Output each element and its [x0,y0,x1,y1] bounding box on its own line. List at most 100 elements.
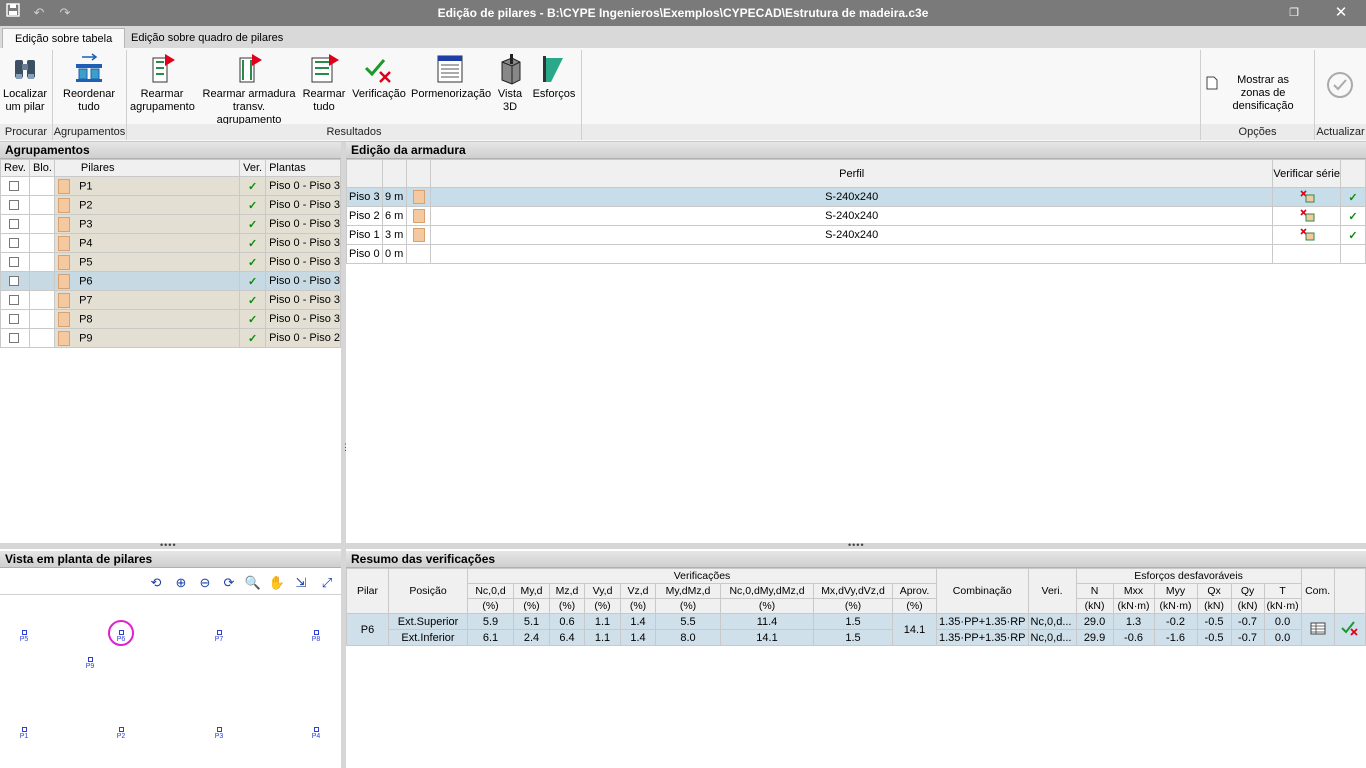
pillar-marker[interactable]: P6 [113,630,129,643]
rearmar-armadura-transv-button[interactable]: Rearmar armadura transv. agrupamento [200,52,298,127]
verificacao-value: 6.4 [549,629,585,646]
col-pilar: Pilar [346,568,389,614]
table-row[interactable]: P8 ✓ Piso 0 - Piso 3 [0,309,341,329]
pillar-marker[interactable]: P5 [16,630,32,643]
reordenar-tudo-button[interactable]: Reordenar tudo [58,52,120,114]
perfil-cell[interactable] [429,244,1274,264]
zoom-icon[interactable]: 🔍 [244,574,262,592]
status-cell: ✓ [1340,225,1366,245]
col-unit: (%) [513,598,550,614]
refresh-view-icon[interactable]: ⟳ [220,574,238,592]
close-icon[interactable]: ✕ [1330,3,1352,23]
pillar-marker[interactable]: P8 [308,630,324,643]
table-row[interactable]: P5 ✓ Piso 0 - Piso 3 [0,252,341,272]
pormenorizacao-button[interactable]: Pormenorização [411,52,491,101]
esforcos-button[interactable]: Esforços [532,52,576,101]
col-combinacao: Combinação [936,568,1029,614]
col-unit: (%) [720,598,814,614]
col-esforco: Qx [1196,583,1232,599]
pillar-marker[interactable]: P4 [308,727,324,740]
verificacao-value: 5.1 [513,613,550,630]
table-row[interactable]: Piso 00 m [346,244,1366,264]
restore-icon[interactable]: ❐ [1283,3,1305,23]
vista-3d-button[interactable]: Vista 3D [494,52,526,114]
verification-icon[interactable] [1341,621,1359,639]
zoom-extents-icon[interactable]: ⇲ [292,574,310,592]
pillar-swatch-icon [412,209,425,223]
verificacao-value: 1.1 [584,613,621,630]
table-row[interactable]: P4 ✓ Piso 0 - Piso 3 [0,233,341,253]
agrupamentos-panel: Rev. Blo. Pilares Ver. Plantas P1 ✓ Piso 0… [0,159,341,543]
table-row[interactable]: P6 ✓ Piso 0 - Piso 3 [0,271,341,291]
tab-edicao-quadro[interactable]: Edição sobre quadro de pilares [119,28,295,48]
pillar-marker[interactable]: P7 [211,630,227,643]
verificacao-value: 5.5 [655,613,721,630]
esforco-value: 1.3 [1112,613,1155,630]
actualizar-button[interactable] [1318,68,1362,104]
pillar-marker[interactable]: P9 [82,657,98,670]
verificar-serie-cell[interactable] [1272,187,1341,207]
verify-series-icon[interactable] [1299,227,1315,244]
reorder-icon [72,52,106,86]
table-row[interactable]: Ext.Inferior 6.1 2.4 6.4 1.1 1.4 8.0 14.1 1.5 1.3… [347,629,1366,646]
col-veri: Veri. [1027,568,1077,614]
rearmar-tudo-label: Rearmar tudo [302,88,346,113]
rotate-icon[interactable]: ⟲ [147,574,165,592]
verify-series-icon[interactable] [1299,189,1315,206]
table-row[interactable]: P3 ✓ Piso 0 - Piso 3 [0,214,341,234]
rearmar-agrupamento-button[interactable]: Rearmar agrupamento [130,52,195,114]
rearmar-tudo-button[interactable]: Rearmar tudo [302,52,346,114]
col-rev: Rev. [0,159,30,177]
verificar-serie-cell[interactable] [1272,225,1341,245]
blo-cell [28,271,55,291]
localizar-pilar-button[interactable]: Localizar um pilar [2,52,48,114]
com-cell[interactable] [1300,613,1335,646]
tab-edicao-tabela[interactable]: Edição sobre tabela [2,28,126,48]
ver-cell: ✓ [239,309,267,329]
perfil-cell[interactable]: S-240x240 [429,206,1274,226]
table-row[interactable]: P9 ✓ Piso 0 - Piso 2 [0,328,341,348]
rev-checkbox[interactable] [0,176,30,196]
table-row[interactable]: Piso 26 m S-240x240 ✓ [346,206,1366,226]
table-row[interactable]: P1 ✓ Piso 0 - Piso 3 [0,176,341,196]
verify-series-icon[interactable] [1299,208,1315,225]
col-verificacao: Vz,d [620,583,656,599]
table-row[interactable]: Piso 13 m S-240x240 ✓ [346,225,1366,245]
pan-hand-icon[interactable]: ✋ [268,574,286,592]
horizontal-splitter[interactable] [0,543,1366,549]
mostrar-zonas-button[interactable]: Mostrar as zonas de densificação [1206,74,1310,113]
table-row[interactable]: P7 ✓ Piso 0 - Piso 3 [0,290,341,310]
zoom-window-icon[interactable]: ⊕ [172,574,190,592]
table-row[interactable]: P2 ✓ Piso 0 - Piso 3 [0,195,341,215]
pillar-marker[interactable]: P1 [16,727,32,740]
table-icon[interactable] [1310,622,1326,638]
pillar-swatch-icon [57,330,70,346]
rev-checkbox[interactable] [0,290,30,310]
verificar-serie-cell[interactable] [1272,206,1341,226]
verify-cell[interactable] [1333,613,1366,646]
rev-checkbox[interactable] [0,328,30,348]
rev-checkbox[interactable] [0,252,30,272]
rev-checkbox[interactable] [0,309,30,329]
fullscreen-icon[interactable]: ⤢ [318,574,336,592]
verificar-serie-cell[interactable] [1272,244,1341,264]
rearmar-agrupamento-label: Rearmar agrupamento [130,88,195,113]
col-plantas: Plantas [265,159,341,177]
pillar-marker[interactable]: P2 [113,727,129,740]
table-row[interactable]: Piso 39 m S-240x240 ✓ [346,187,1366,207]
pillar-marker[interactable]: P3 [211,727,227,740]
rev-checkbox[interactable] [0,195,30,215]
rev-checkbox[interactable] [0,271,30,291]
blo-cell [28,233,55,253]
perfil-cell[interactable]: S-240x240 [429,187,1274,207]
status-cell: ✓ [1340,187,1366,207]
rev-checkbox[interactable] [0,233,30,253]
group-agrupamentos: Agrupamentos [53,124,126,140]
zoom-out-icon[interactable]: ⊖ [196,574,214,592]
table-row[interactable]: P6 Ext.Superior 5.9 5.1 0.6 1.1 1.4 5.5 11.4 1.5 1… [346,613,1366,646]
perfil-cell[interactable]: S-240x240 [429,225,1274,245]
rev-checkbox[interactable] [0,214,30,234]
col-verificacao: Nc,0,d [467,583,514,599]
verificacao-button[interactable]: Verificação [351,52,407,101]
col-unit: (kN·m) [1153,598,1198,614]
